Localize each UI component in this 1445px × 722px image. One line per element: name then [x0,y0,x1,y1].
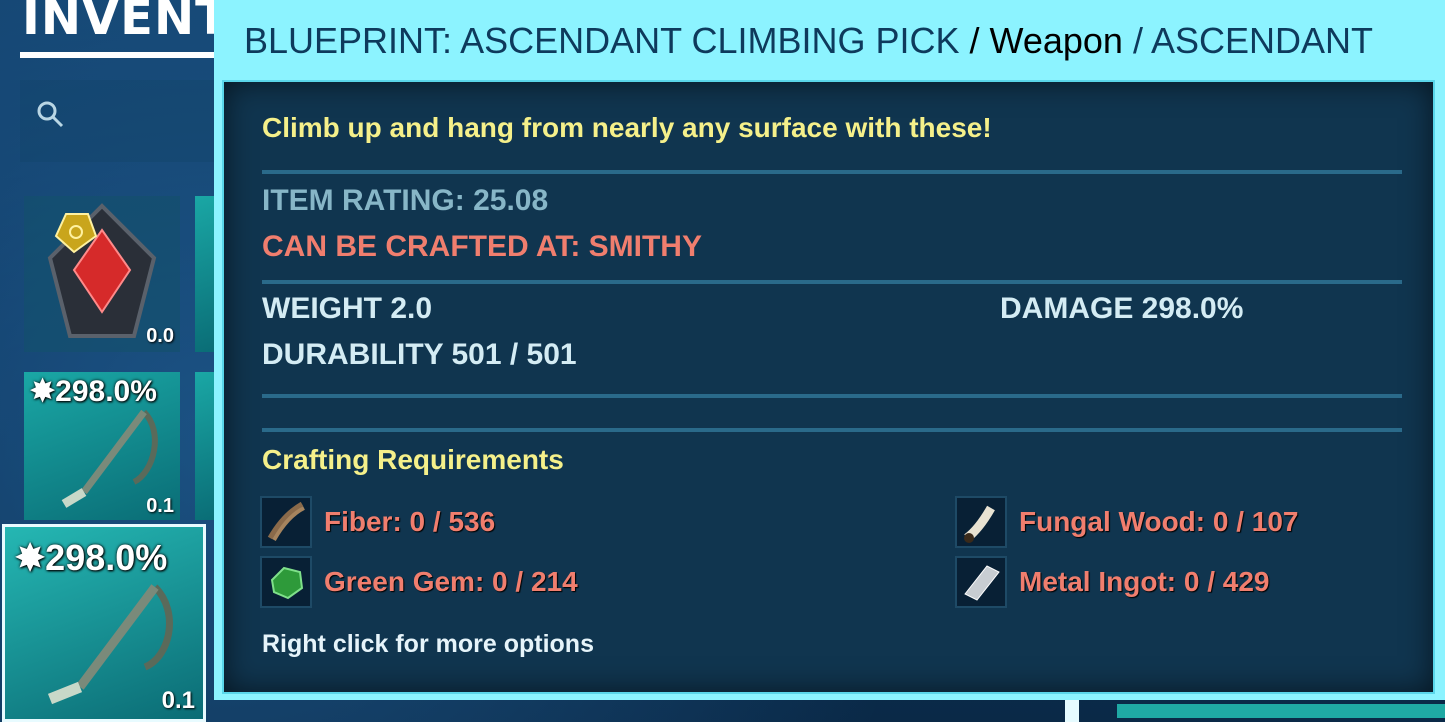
item-damage: DAMAGE 298.0% [1000,292,1244,325]
item-rating: ITEM RATING: 25.08 [262,184,549,217]
item-weight: WEIGHT 2.0 [262,292,433,325]
divider [262,394,1402,398]
divider [262,170,1402,174]
tooltip-header-separator: / [1122,20,1151,61]
item-tooltip: BLUEPRINT: ASCENDANT CLIMBING PICK / Wea… [214,0,1445,700]
panel-divider [1065,700,1079,722]
search-icon[interactable] [36,100,64,128]
crafted-at: CAN BE CRAFTED AT: SMITHY [262,230,702,263]
inventory-slot-implant[interactable]: 0.0 [24,196,180,352]
tooltip-item-name: BLUEPRINT: ASCENDANT CLIMBING PICK [244,20,960,61]
fungal-wood-icon [955,496,1007,548]
inventory-slot-climbing-pick[interactable]: ✸298.0% 0.1 [24,372,180,520]
item-description: Climb up and hang from nearly any surfac… [262,112,992,143]
crafting-requirements-title: Crafting Requirements [262,444,564,475]
green-gem-icon [260,556,312,608]
requirement-metal-ingot: Metal Ingot: 0 / 429 [1019,566,1270,597]
tooltip-item-quality: ASCENDANT [1150,20,1374,61]
tooltip-header: BLUEPRINT: ASCENDANT CLIMBING PICK / Wea… [244,20,1373,70]
slot-weight: 0.1 [161,687,195,714]
divider [262,428,1402,432]
inventory-slot-partial[interactable] [195,372,215,520]
fiber-icon [260,496,312,548]
requirement-green-gem: Green Gem: 0 / 214 [324,566,578,597]
requirement-fiber: Fiber: 0 / 536 [324,506,496,537]
tooltip-item-type: Weapon [989,20,1123,61]
tooltip-header-separator: / [959,20,990,61]
inventory-slot-partial[interactable] [195,196,215,352]
tooltip-body: Climb up and hang from nearly any surfac… [222,80,1435,694]
slot-weight: 0.1 [146,495,174,517]
item-durability: DURABILITY 501 / 501 [262,338,577,371]
inventory-title-underline [20,52,214,58]
inventory-slot-selected[interactable]: ✸298.0% 0.1 [2,524,206,722]
divider [262,280,1402,284]
health-bar [1117,704,1445,718]
metal-ingot-icon [955,556,1007,608]
requirement-fungal-wood: Fungal Wood: 0 / 107 [1019,506,1299,537]
tooltip-hint: Right click for more options [262,630,594,658]
slot-weight: 0.0 [146,325,174,347]
